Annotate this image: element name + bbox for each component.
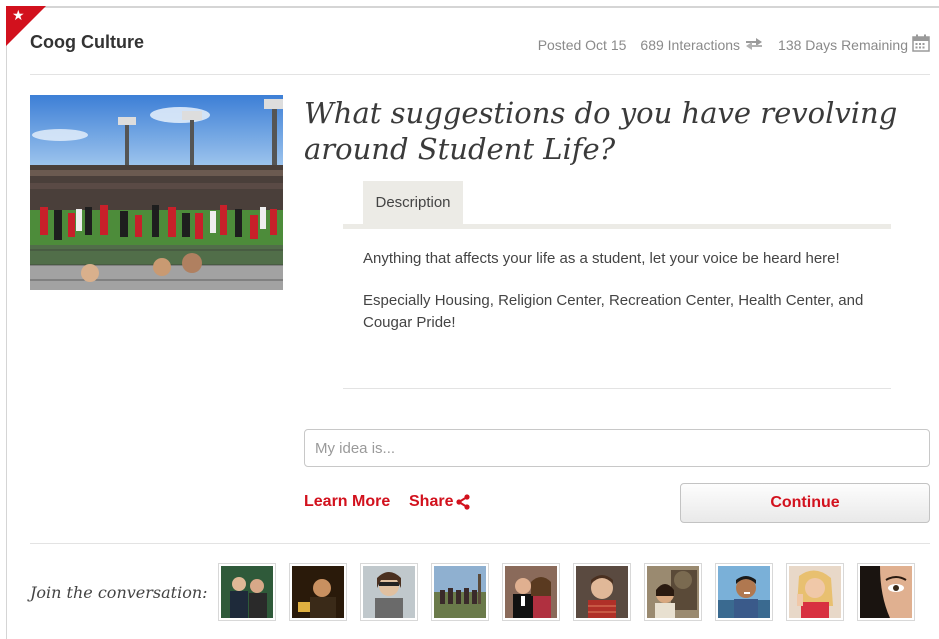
question-heading: What suggestions do you have revolving a… — [304, 96, 898, 166]
avatar[interactable] — [786, 563, 844, 621]
campaign-title[interactable]: Coog Culture — [30, 32, 144, 53]
star-icon: ★ — [12, 7, 25, 23]
join-conversation-label: Join the conversation: — [30, 583, 208, 602]
card-header: Coog Culture Posted Oct 15 689 Interacti… — [30, 32, 930, 54]
description-paragraph: Especially Housing, Religion Center, Rec… — [363, 292, 864, 331]
header-divider — [30, 74, 930, 75]
learn-more-link[interactable]: Learn More — [304, 493, 390, 511]
tab-underline — [343, 224, 891, 229]
avatar[interactable] — [360, 563, 418, 621]
continue-button[interactable]: Continue — [680, 483, 930, 523]
description-divider — [343, 388, 891, 389]
avatar[interactable] — [857, 563, 915, 621]
avatar[interactable] — [431, 563, 489, 621]
avatar[interactable] — [573, 563, 631, 621]
campaign-photo — [30, 95, 283, 290]
footer-divider — [30, 543, 930, 544]
swap-arrows-icon — [744, 36, 764, 53]
avatar[interactable] — [644, 563, 702, 621]
share-link[interactable]: Share — [409, 493, 471, 511]
avatar[interactable] — [715, 563, 773, 621]
tab-description[interactable]: Description — [363, 181, 463, 224]
description-paragraph: Anything that affects your life as a stu… — [363, 250, 840, 267]
days-remaining: 138 Days Remaining — [778, 36, 908, 53]
participant-avatars — [218, 563, 928, 621]
calendar-icon — [912, 34, 930, 55]
avatar[interactable] — [502, 563, 560, 621]
posted-date: Posted Oct 15 — [537, 36, 627, 53]
avatar[interactable] — [218, 563, 276, 621]
avatar[interactable] — [289, 563, 347, 621]
share-icon — [456, 494, 471, 510]
description-body: Anything that affects your life as a stu… — [363, 248, 883, 354]
idea-input[interactable] — [304, 429, 930, 467]
share-label: Share — [409, 493, 454, 510]
card-meta: Posted Oct 15 689 Interactions 138 Days … — [530, 34, 930, 55]
interactions-count: 689 Interactions — [640, 36, 741, 53]
